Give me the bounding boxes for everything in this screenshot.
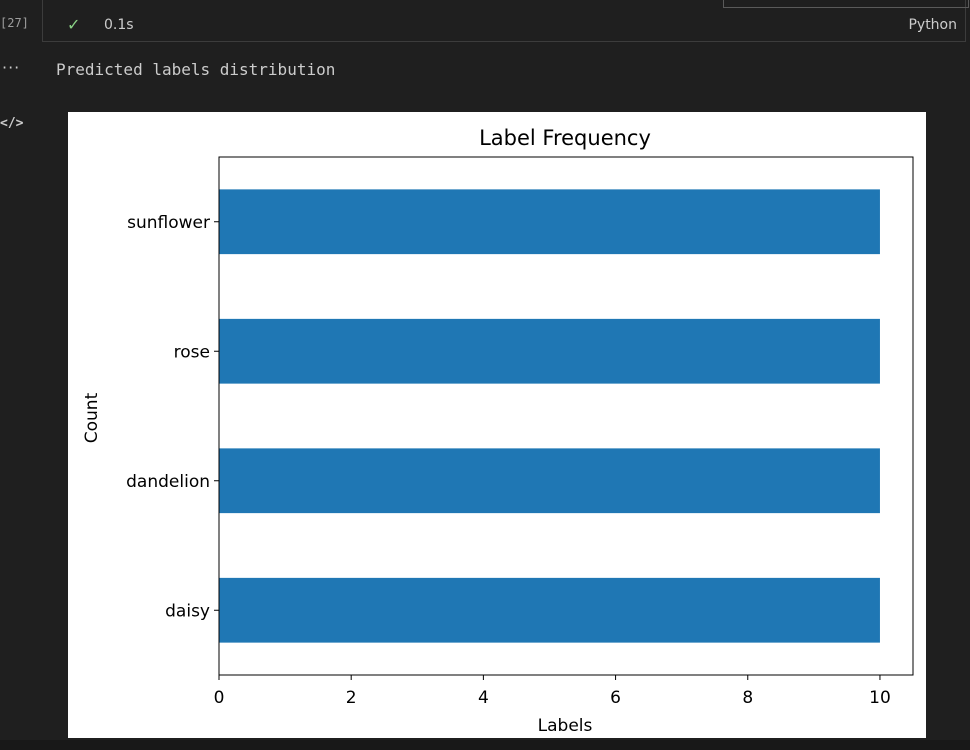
x-tick-label: 6 — [610, 688, 621, 708]
y-tick-label: rose — [174, 342, 210, 362]
x-tick-label: 10 — [869, 688, 891, 708]
x-tick-label: 0 — [214, 688, 225, 708]
x-tick-label: 4 — [478, 688, 489, 708]
x-tick-label: 8 — [742, 688, 753, 708]
bar-chart: Label Frequency Labels Count daisy dandel… — [82, 126, 914, 736]
code-icon[interactable]: </> — [0, 116, 23, 131]
check-icon: ✓ — [67, 15, 81, 34]
chart-title: Label Frequency — [479, 126, 651, 150]
x-axis-label: Labels — [538, 716, 593, 736]
y-tick-label: daisy — [165, 601, 210, 621]
bar-rose — [219, 318, 880, 384]
status-bar — [0, 740, 970, 750]
x-tick-label: 2 — [346, 688, 357, 708]
language-label[interactable]: Python — [908, 17, 957, 33]
execution-count: [27] — [0, 16, 29, 30]
output-text: Predicted labels distribution — [56, 60, 336, 79]
chart-output: Label Frequency Labels Count daisy dandel… — [68, 112, 926, 738]
bar-daisy — [219, 577, 880, 643]
cell-input-box[interactable] — [723, 0, 969, 8]
y-tick-label: dandelion — [126, 472, 210, 492]
bar-sunflower — [219, 189, 880, 255]
ellipsis-icon[interactable]: ··· — [2, 58, 20, 77]
bar-dandelion — [219, 448, 880, 514]
execution-duration: 0.1s — [104, 17, 134, 33]
y-tick-label: sunflower — [127, 213, 210, 233]
cell-status-bar: ✓ 0.1s Python — [42, 0, 969, 42]
y-axis-label: Count — [82, 392, 102, 443]
